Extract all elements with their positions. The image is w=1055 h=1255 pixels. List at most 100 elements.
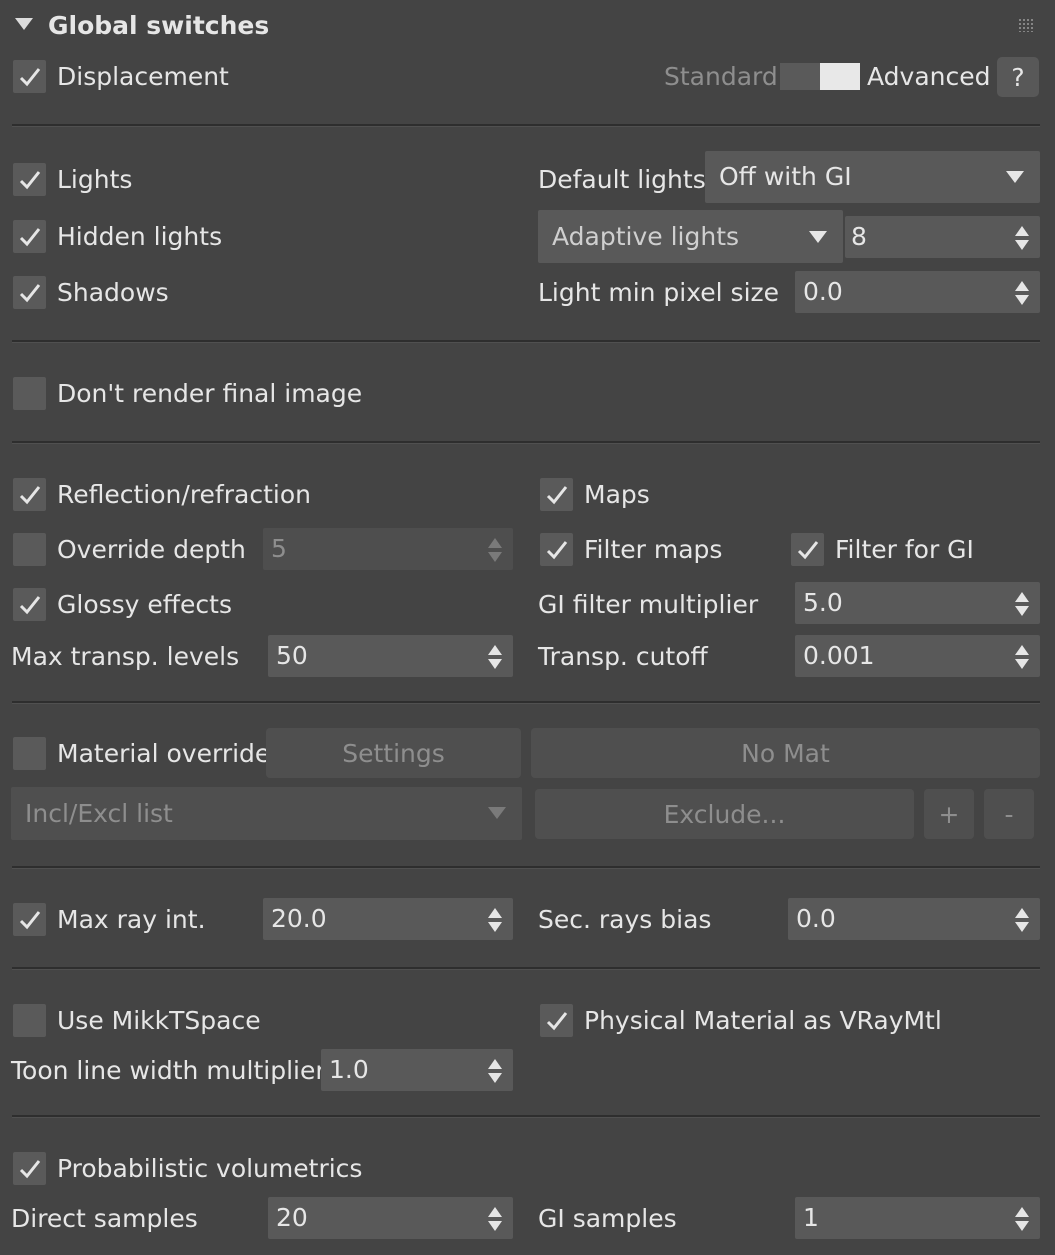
mode-standard-label[interactable]: Standard <box>664 62 778 92</box>
hidden-lights-checkbox[interactable] <box>13 220 46 253</box>
incl-excl-dropdown[interactable]: Incl/Excl list <box>11 787 522 840</box>
adaptive-count-value: 8 <box>851 222 867 251</box>
maps-checkbox[interactable] <box>540 478 573 511</box>
default-lights-dropdown[interactable]: Off with GI <box>705 151 1040 203</box>
max-transp-spinner[interactable]: 50 <box>268 635 513 677</box>
max-transp-label: Max transp. levels <box>11 642 240 671</box>
dont-render-label: Don't render final image <box>57 379 363 408</box>
checkmark-icon <box>19 227 40 246</box>
separator <box>12 340 1040 343</box>
exclude-button[interactable]: Exclude... <box>535 789 914 839</box>
light-min-pixel-label: Light min pixel size <box>538 278 780 307</box>
gi-samples-label: GI samples <box>538 1204 677 1233</box>
help-button[interactable]: ? <box>997 57 1039 97</box>
material-override-checkbox[interactable] <box>13 737 46 770</box>
mode-toggle-knob <box>820 63 860 90</box>
default-lights-value: Off with GI <box>719 162 852 191</box>
mode-advanced-label[interactable]: Advanced <box>867 62 991 92</box>
gi-filter-mult-value: 5.0 <box>803 588 843 617</box>
transp-cutoff-value: 0.001 <box>803 641 875 670</box>
spinner-arrows-icon[interactable] <box>487 537 503 563</box>
gi-filter-mult-label: GI filter multiplier <box>538 590 759 619</box>
spinner-arrows-icon[interactable] <box>1014 907 1030 933</box>
lights-checkbox[interactable] <box>13 163 46 196</box>
override-depth-checkbox[interactable] <box>13 533 46 566</box>
dots-grid-icon[interactable] <box>1018 18 1034 32</box>
checkmark-icon <box>797 540 818 559</box>
displacement-label: Displacement <box>57 62 229 91</box>
spinner-arrows-icon[interactable] <box>1014 1206 1030 1232</box>
spinner-arrows-icon[interactable] <box>1014 225 1030 251</box>
direct-samples-spinner[interactable]: 20 <box>268 1197 513 1239</box>
mikkt-checkbox[interactable] <box>13 1004 46 1037</box>
glossy-checkbox[interactable] <box>13 588 46 621</box>
separator <box>12 866 1040 869</box>
dont-render-checkbox[interactable] <box>13 377 46 410</box>
separator <box>12 967 1040 970</box>
plus-icon: + <box>938 799 960 829</box>
direct-samples-value: 20 <box>276 1203 308 1232</box>
transp-cutoff-spinner[interactable]: 0.001 <box>795 635 1040 677</box>
checkmark-icon <box>19 910 40 929</box>
filter-gi-checkbox[interactable] <box>791 533 824 566</box>
spinner-arrows-icon[interactable] <box>487 644 503 670</box>
checkmark-icon <box>19 67 40 86</box>
spinner-arrows-icon[interactable] <box>1014 280 1030 306</box>
toon-label: Toon line width multiplier <box>11 1056 326 1085</box>
sec-rays-spinner[interactable]: 0.0 <box>788 898 1040 940</box>
shadows-label: Shadows <box>57 278 169 307</box>
glossy-label: Glossy effects <box>57 590 232 619</box>
transp-cutoff-label: Transp. cutoff <box>538 642 708 671</box>
adaptive-count-spinner[interactable]: 8 <box>845 216 1040 258</box>
filter-maps-checkbox[interactable] <box>540 533 573 566</box>
no-mat-label: No Mat <box>741 738 830 768</box>
spinner-arrows-icon[interactable] <box>487 1206 503 1232</box>
max-ray-spinner[interactable]: 20.0 <box>263 898 513 940</box>
checkmark-icon <box>546 485 567 504</box>
max-ray-checkbox[interactable] <box>13 903 46 936</box>
override-depth-value: 5 <box>271 534 287 563</box>
settings-button[interactable]: Settings <box>266 728 521 778</box>
checkmark-icon <box>19 170 40 189</box>
settings-label: Settings <box>342 738 445 768</box>
panel-title[interactable]: Global switches <box>48 11 269 41</box>
direct-samples-label: Direct samples <box>11 1204 198 1233</box>
collapse-triangle-icon[interactable] <box>15 18 33 30</box>
chevron-down-icon <box>1006 171 1024 183</box>
separator <box>12 701 1040 704</box>
maps-label: Maps <box>584 480 650 509</box>
spinner-arrows-icon[interactable] <box>487 907 503 933</box>
adaptive-lights-dropdown[interactable]: Adaptive lights <box>538 210 843 263</box>
volumetrics-checkbox[interactable] <box>13 1152 46 1185</box>
remove-button[interactable]: - <box>984 789 1034 839</box>
spinner-arrows-icon[interactable] <box>487 1058 503 1084</box>
physical-material-label: Physical Material as VRayMtl <box>584 1006 942 1035</box>
spinner-arrows-icon[interactable] <box>1014 644 1030 670</box>
physical-material-checkbox[interactable] <box>540 1004 573 1037</box>
no-mat-button[interactable]: No Mat <box>531 728 1040 778</box>
shadows-checkbox[interactable] <box>13 276 46 309</box>
material-override-label: Material override <box>57 739 271 768</box>
gi-samples-spinner[interactable]: 1 <box>795 1197 1040 1239</box>
light-min-pixel-spinner[interactable]: 0.0 <box>795 271 1040 313</box>
sec-rays-label: Sec. rays bias <box>538 905 712 934</box>
max-ray-value: 20.0 <box>271 904 327 933</box>
spinner-arrows-icon[interactable] <box>1014 591 1030 617</box>
max-transp-value: 50 <box>276 641 308 670</box>
checkmark-icon <box>19 283 40 302</box>
add-button[interactable]: + <box>924 789 974 839</box>
displacement-checkbox[interactable] <box>13 60 46 93</box>
checkmark-icon <box>546 1011 567 1030</box>
reflection-label: Reflection/refraction <box>57 480 311 509</box>
toon-spinner[interactable]: 1.0 <box>321 1049 513 1091</box>
mode-toggle[interactable] <box>780 63 860 90</box>
minus-icon: - <box>1004 799 1014 829</box>
reflection-checkbox[interactable] <box>13 478 46 511</box>
chevron-down-icon <box>488 807 506 819</box>
adaptive-lights-value: Adaptive lights <box>552 222 740 251</box>
override-depth-spinner[interactable]: 5 <box>263 528 513 570</box>
light-min-pixel-value: 0.0 <box>803 277 843 306</box>
separator <box>12 124 1040 127</box>
checkmark-icon <box>19 1159 40 1178</box>
gi-filter-mult-spinner[interactable]: 5.0 <box>795 582 1040 624</box>
